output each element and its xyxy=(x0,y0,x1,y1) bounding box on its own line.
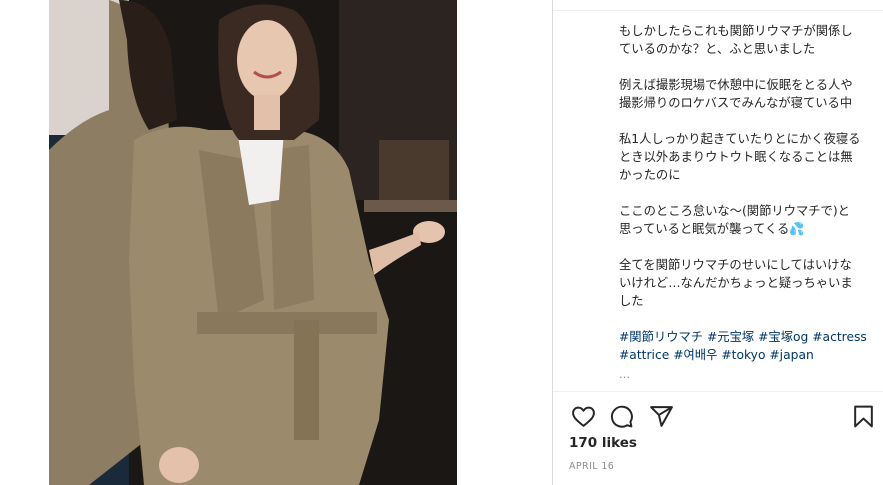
post-caption: もしかしたらこれも関節リウマチが関係し ているのかな？と、ふと思いました 例えば… xyxy=(619,22,877,378)
instagram-post-view: もしかしたらこれも関節リウマチが関係し ているのかな？と、ふと思いました 例えば… xyxy=(0,0,883,485)
post-photo[interactable] xyxy=(49,0,457,485)
caption-hashtags[interactable]: #関節リウマチ #元宝塚 #宝塚og #actress #attrice #여배… xyxy=(619,328,877,364)
likes-count[interactable]: 170 likes xyxy=(569,435,637,451)
caption-paragraph: もしかしたらこれも関節リウマチが関係し ているのかな？と、ふと思いました xyxy=(619,24,853,56)
actions-separator xyxy=(553,391,883,392)
save-button[interactable] xyxy=(849,402,877,430)
send-icon xyxy=(649,405,673,427)
caption-paragraph: ここのところ怠いな〜(関節リウマチで)と 思っていると眠気が襲ってくる💦 xyxy=(619,204,850,236)
bookmark-icon xyxy=(853,405,873,427)
caption-paragraph: 私1人しっかり起きていたりとにかく夜寝る とき以外あまりウトウト眠くなることは無… xyxy=(619,132,861,182)
header-separator xyxy=(553,10,883,11)
comment-icon xyxy=(610,405,633,428)
caption-paragraph: 例えば撮影現場で休憩中に仮眠をとる人や 撮影帰りのロケバスでみんなが寝ている中 xyxy=(619,78,853,110)
post-date[interactable]: APRIL 16 xyxy=(569,461,614,472)
caption-paragraph: 全てを関節リウマチのせいにしてはいけな いけれど…なんだかちょっと疑っちゃいま … xyxy=(619,258,853,308)
caption-truncated: … xyxy=(619,370,630,378)
like-button[interactable] xyxy=(569,402,597,430)
heart-icon xyxy=(571,406,595,427)
post-side-panel: もしかしたらこれも関節リウマチが関係し ているのかな？と、ふと思いました 例えば… xyxy=(553,0,883,485)
post-actions xyxy=(569,402,873,430)
photo-illustration xyxy=(49,0,457,485)
share-button[interactable] xyxy=(647,402,675,430)
comment-button[interactable] xyxy=(607,402,635,430)
